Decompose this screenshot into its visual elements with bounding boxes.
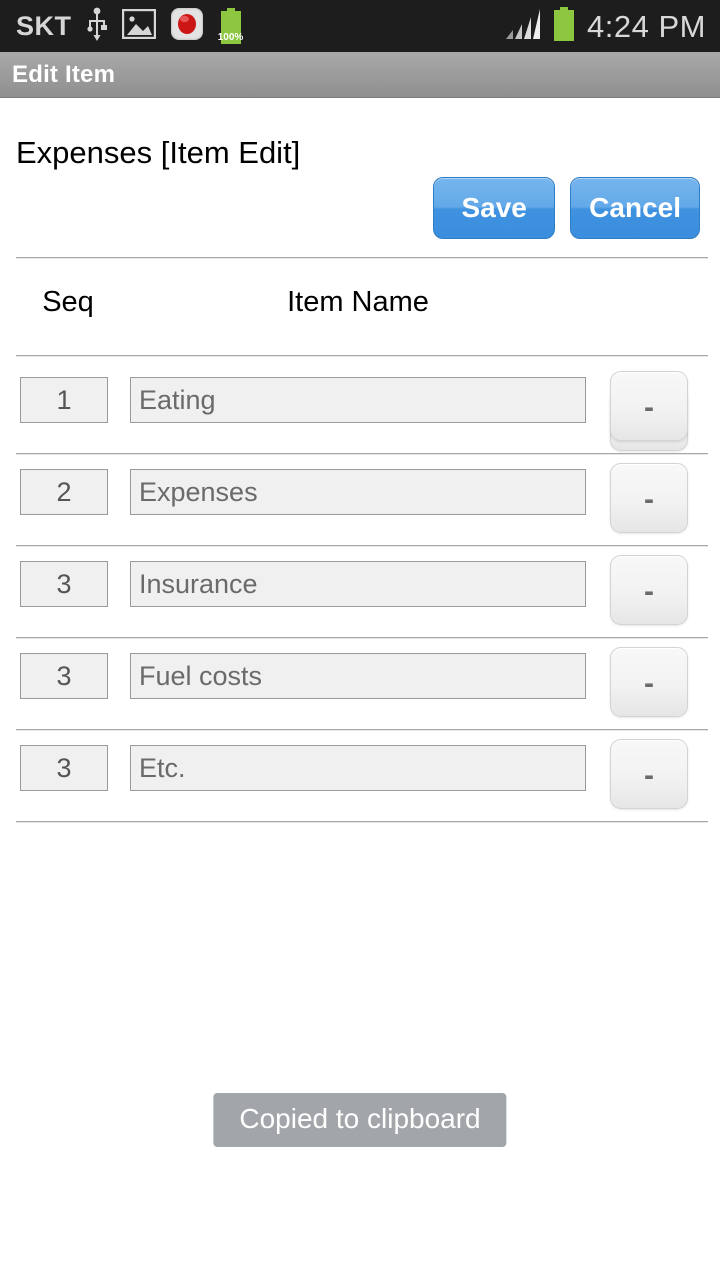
- minus-icon: -: [644, 759, 654, 792]
- seq-field[interactable]: 2: [20, 469, 108, 515]
- save-button[interactable]: Save: [433, 177, 556, 239]
- divider-row-5: [16, 821, 708, 823]
- remove-row-button[interactable]: -: [610, 739, 688, 809]
- minus-icon: -: [644, 575, 654, 608]
- clock-label: 4:24 PM: [587, 8, 706, 44]
- signal-icon: [505, 8, 543, 45]
- divider-top: [16, 257, 708, 259]
- content-area: Expenses [Item Edit] Save Cancel Seq Ite…: [0, 99, 720, 1280]
- usb-icon: [86, 7, 108, 46]
- remove-row-button[interactable]: -: [610, 555, 688, 625]
- page-title: Expenses [Item Edit]: [16, 135, 301, 170]
- status-bar-right: 4:24 PM: [505, 6, 706, 46]
- gallery-icon: [121, 8, 156, 44]
- minus-icon: -: [644, 391, 654, 424]
- battery-icon: [552, 6, 576, 46]
- status-bar-left: SKT 100%: [16, 7, 505, 46]
- column-header-seq: Seq: [42, 286, 94, 318]
- item-name-field[interactable]: Etc.: [130, 745, 586, 791]
- seq-field[interactable]: 3: [20, 561, 108, 607]
- action-button-row: Save Cancel: [433, 177, 700, 239]
- seq-field[interactable]: 3: [20, 745, 108, 791]
- remove-row-button[interactable]: -: [610, 463, 688, 533]
- remove-row-button[interactable]: -: [610, 371, 688, 441]
- item-name-field[interactable]: Eating: [130, 377, 586, 423]
- screen-record-icon: [170, 7, 204, 46]
- battery-percent-label: 100%: [217, 32, 244, 43]
- cancel-button[interactable]: Cancel: [570, 177, 700, 239]
- item-name-field[interactable]: Expenses: [130, 469, 586, 515]
- column-header-item-name: Item Name: [287, 286, 429, 318]
- table-row: 1 Eating -: [0, 363, 720, 455]
- action-bar-title: Edit Item: [12, 60, 116, 88]
- seq-field[interactable]: 3: [20, 653, 108, 699]
- toast-message: Copied to clipboard: [213, 1093, 507, 1147]
- battery-percent-icon: 100%: [218, 8, 244, 44]
- divider-header: [16, 355, 708, 357]
- table-row: 3 Fuel costs -: [0, 639, 720, 731]
- status-bar: SKT 100% 4:24 PM: [0, 0, 720, 52]
- item-name-field[interactable]: Insurance: [130, 561, 586, 607]
- phone-screen: SKT 100% 4:24 PM Edit Item Expenses [Ite…: [0, 0, 720, 1280]
- table-row: 2 Expenses -: [0, 455, 720, 547]
- table-row: 3 Etc. -: [0, 731, 720, 823]
- table-header: Seq Item Name: [0, 260, 720, 356]
- minus-icon: -: [644, 667, 654, 700]
- item-name-field[interactable]: Fuel costs: [130, 653, 586, 699]
- table-row: 3 Insurance -: [0, 547, 720, 639]
- minus-icon: -: [644, 483, 654, 516]
- carrier-label: SKT: [16, 10, 72, 41]
- seq-field[interactable]: 1: [20, 377, 108, 423]
- action-bar: Edit Item: [0, 52, 720, 98]
- remove-row-button[interactable]: -: [610, 647, 688, 717]
